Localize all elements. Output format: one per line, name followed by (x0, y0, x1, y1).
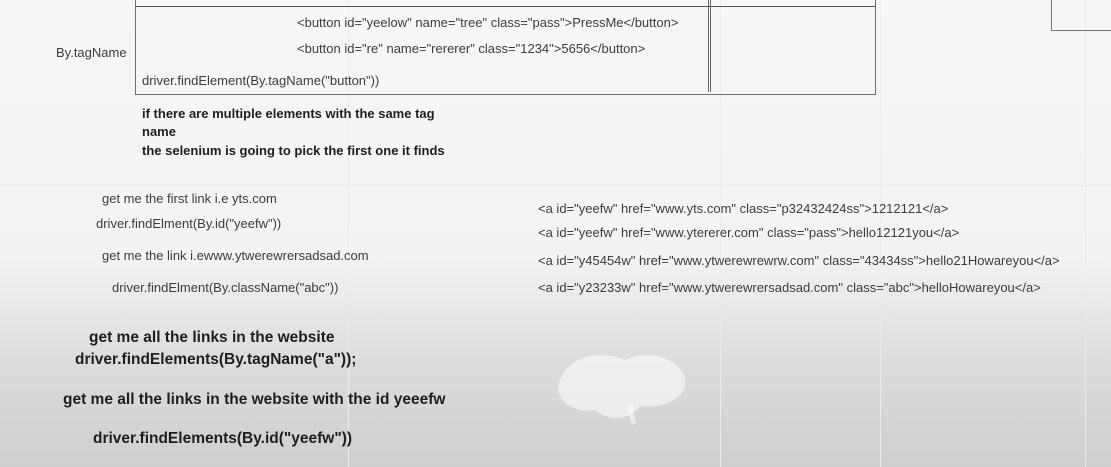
ink-splash-decoration (558, 355, 686, 425)
anchor-html-line: <a id="yeefw" href="www.ytererer.com" cl… (538, 225, 960, 240)
note-line-1: if there are multiple elements with the … (142, 106, 435, 121)
first-link-note: get me the first link i.e yts.com (102, 191, 277, 206)
find-element-tagname-code: driver.findElement(By.tagName("button")) (142, 73, 380, 88)
all-links-note: get me all the links in the website (89, 329, 335, 346)
find-by-id-code: driver.findElment(By.id("yeefw")) (96, 216, 282, 231)
grid-line (0, 185, 1111, 186)
grid-line (0, 305, 1111, 306)
anchor-html-line: <a id="y23233w" href="www.ytwerewrersads… (538, 280, 1041, 295)
by-tagname-label: By.tagName (56, 45, 127, 60)
anchor-html-line: <a id="y45454w" href="www.ytwerewrewrw.c… (538, 253, 1060, 268)
corner-frame (1051, 0, 1111, 31)
button-html-line-1: <button id="yeelow" name="tree" class="p… (297, 15, 679, 30)
link-text-note: get me the link i.ewww.ytwerewrersadsad.… (102, 248, 369, 263)
button-html-line-2: <button id="re" name="rererer" class="12… (297, 41, 646, 56)
code-box-top-border (135, 6, 876, 7)
code-box-divider (708, 0, 711, 92)
note-line-2: name (142, 124, 176, 139)
find-elements-id-code: driver.findElements(By.id("yeefw")) (93, 430, 353, 447)
grid-line (1085, 0, 1086, 467)
all-links-with-id-note: get me all the links in the website with… (63, 391, 446, 408)
find-elements-tagname-code: driver.findElements(By.tagName("a")); (75, 351, 357, 368)
whiteboard-canvas: By.tagName <button id="yeelow" name="tre… (0, 0, 1111, 467)
note-line-3: the selenium is going to pick the first … (142, 143, 445, 158)
find-by-classname-code: driver.findElment(By.className("abc")) (112, 280, 339, 295)
anchor-html-line: <a id="yeefw" href="www.yts.com" class="… (538, 201, 949, 216)
